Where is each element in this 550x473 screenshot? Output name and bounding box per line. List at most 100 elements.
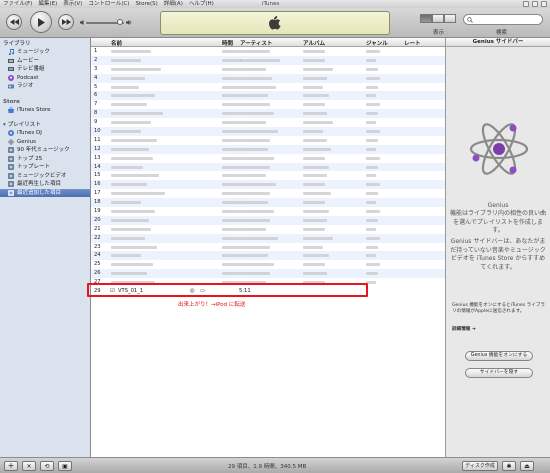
- dj-icon: [8, 130, 14, 137]
- grid-view-button[interactable]: [432, 14, 444, 23]
- redacted-cell: [366, 138, 378, 142]
- table-row[interactable]: 26: [91, 269, 445, 279]
- table-row[interactable]: 24: [91, 251, 445, 261]
- table-row[interactable]: 9: [91, 118, 445, 127]
- table-row[interactable]: 22: [91, 233, 445, 243]
- table-row[interactable]: 3: [91, 65, 445, 74]
- sidebar-item-itunes-dj[interactable]: iTunes DJ: [0, 129, 90, 138]
- table-row[interactable]: 6: [91, 91, 445, 101]
- coverflow-view-button[interactable]: [444, 14, 456, 23]
- table-row[interactable]: 15: [91, 171, 445, 180]
- sidebar-item-top-25[interactable]: トップ 25: [0, 155, 90, 164]
- table-row[interactable]: 13: [91, 154, 445, 163]
- table-row[interactable]: 11: [91, 136, 445, 145]
- sidebar-item-podcast[interactable]: Podcast: [0, 74, 90, 83]
- redacted-cell: [222, 85, 240, 89]
- track-list[interactable]: 名前 時間 アーティスト アルバム ジャンル レート 1 2 3 4 5 6 7 8 9 10 11…: [91, 38, 445, 457]
- sidebar-item-music[interactable]: ミュージック: [0, 48, 90, 57]
- close-button[interactable]: [541, 1, 547, 7]
- menu-file[interactable]: ファイル(F): [3, 0, 32, 8]
- burn-disc-button[interactable]: ディスク作成: [462, 461, 498, 471]
- redacted-cell: [303, 85, 323, 89]
- redacted-cell: [222, 121, 240, 125]
- menu-edit[interactable]: 編集(E): [38, 0, 57, 8]
- column-header-rating[interactable]: レート: [404, 39, 421, 47]
- add-playlist-button[interactable]: +: [4, 461, 18, 471]
- eject-button[interactable]: ⏏: [520, 461, 534, 471]
- redacted-cell: [303, 138, 327, 142]
- redacted-cell: [222, 130, 240, 134]
- sidebar-item-recently-played[interactable]: 最近再生した項目: [0, 180, 90, 189]
- track-number: 20: [94, 216, 101, 223]
- menu-help[interactable]: ヘルプ(H): [189, 0, 214, 8]
- volume-slider[interactable]: [80, 19, 132, 25]
- table-row[interactable]: 19: [91, 207, 445, 216]
- column-header-time[interactable]: 時間: [222, 39, 233, 47]
- next-button[interactable]: [58, 14, 74, 30]
- window-title: iTunes: [262, 1, 280, 7]
- redacted-cell: [366, 58, 376, 62]
- column-header-album[interactable]: アルバム: [303, 39, 325, 47]
- redacted-cell: [222, 210, 240, 214]
- table-row[interactable]: 17: [91, 189, 445, 198]
- menu-controls[interactable]: コントロール(C): [88, 0, 129, 8]
- turn-on-genius-button[interactable]: Genius 機能をオンにする: [465, 351, 533, 361]
- column-header-artist[interactable]: アーティスト: [240, 39, 272, 47]
- list-view-button[interactable]: [420, 14, 432, 23]
- table-row[interactable]: 18: [91, 198, 445, 208]
- menu-advanced[interactable]: 詳細(A): [164, 0, 183, 8]
- redacted-cell: [366, 85, 378, 89]
- table-row[interactable]: 7: [91, 100, 445, 109]
- table-row[interactable]: 12: [91, 144, 445, 154]
- menu-view[interactable]: 表示(V): [63, 0, 82, 8]
- table-row[interactable]: 21: [91, 225, 445, 234]
- table-row[interactable]: 23: [91, 243, 445, 252]
- artwork-button[interactable]: ▣: [58, 461, 72, 471]
- library-header: ライブラリ: [3, 41, 31, 47]
- sidebar-item-tv[interactable]: テレビ番組: [0, 65, 90, 74]
- genius-icon: [7, 138, 15, 145]
- menu-store[interactable]: Store(S): [135, 0, 157, 8]
- shuffle-button[interactable]: ✕: [22, 461, 36, 471]
- genius-details-link[interactable]: 詳細情報 ➜: [452, 327, 548, 333]
- previous-button[interactable]: [6, 14, 22, 30]
- redacted-cell: [303, 103, 325, 107]
- maximize-button[interactable]: [532, 1, 538, 7]
- sidebar-item-label: ムービー: [17, 57, 40, 64]
- repeat-button[interactable]: ⟲: [40, 461, 54, 471]
- minimize-button[interactable]: [523, 1, 529, 7]
- sidebar-item-music-videos[interactable]: ミュージックビデオ: [0, 172, 90, 181]
- sidebar-item-movies[interactable]: ムービー: [0, 57, 90, 66]
- search-input[interactable]: [463, 14, 543, 25]
- table-row[interactable]: 20: [91, 215, 445, 225]
- status-display[interactable]: [160, 11, 390, 35]
- table-row[interactable]: 8: [91, 109, 445, 119]
- redacted-cell: [222, 94, 240, 98]
- visualizer-button[interactable]: ✱: [502, 461, 516, 471]
- sidebar-item-genius[interactable]: Genius: [0, 138, 90, 147]
- sidebar-item-90s-music[interactable]: 90 年代ミュージック: [0, 146, 90, 155]
- table-row[interactable]: 14: [91, 162, 445, 172]
- hide-sidebar-button[interactable]: サイドバーを隠す: [465, 368, 533, 378]
- redacted-cell: [111, 210, 155, 214]
- table-row[interactable]: 4: [91, 73, 445, 83]
- view-switcher[interactable]: [420, 14, 456, 23]
- column-header-name[interactable]: 名前: [111, 39, 122, 47]
- table-row[interactable]: 10: [91, 127, 445, 136]
- column-header-genre[interactable]: ジャンル: [366, 39, 388, 47]
- sidebar-item-radio[interactable]: ラジオ: [0, 82, 90, 91]
- sidebar-item-itunes-store[interactable]: iTunes Store: [0, 106, 90, 115]
- sidebar-item-top-rated[interactable]: トップレート: [0, 163, 90, 172]
- playlist-header[interactable]: ▾ プレイリスト: [0, 121, 90, 129]
- redacted-cell: [240, 272, 270, 276]
- redacted-cell: [222, 183, 240, 187]
- table-row[interactable]: 1: [91, 47, 445, 56]
- sidebar-item-recently-added[interactable]: 最近追加した項目: [0, 188, 90, 197]
- sidebar-item-label: トップ 25: [17, 155, 43, 162]
- table-row[interactable]: 2: [91, 55, 445, 65]
- table-row[interactable]: 25: [91, 260, 445, 269]
- volume-knob[interactable]: [117, 19, 123, 25]
- play-button[interactable]: [30, 11, 52, 33]
- table-row[interactable]: 5: [91, 83, 445, 92]
- table-row[interactable]: 16: [91, 180, 445, 190]
